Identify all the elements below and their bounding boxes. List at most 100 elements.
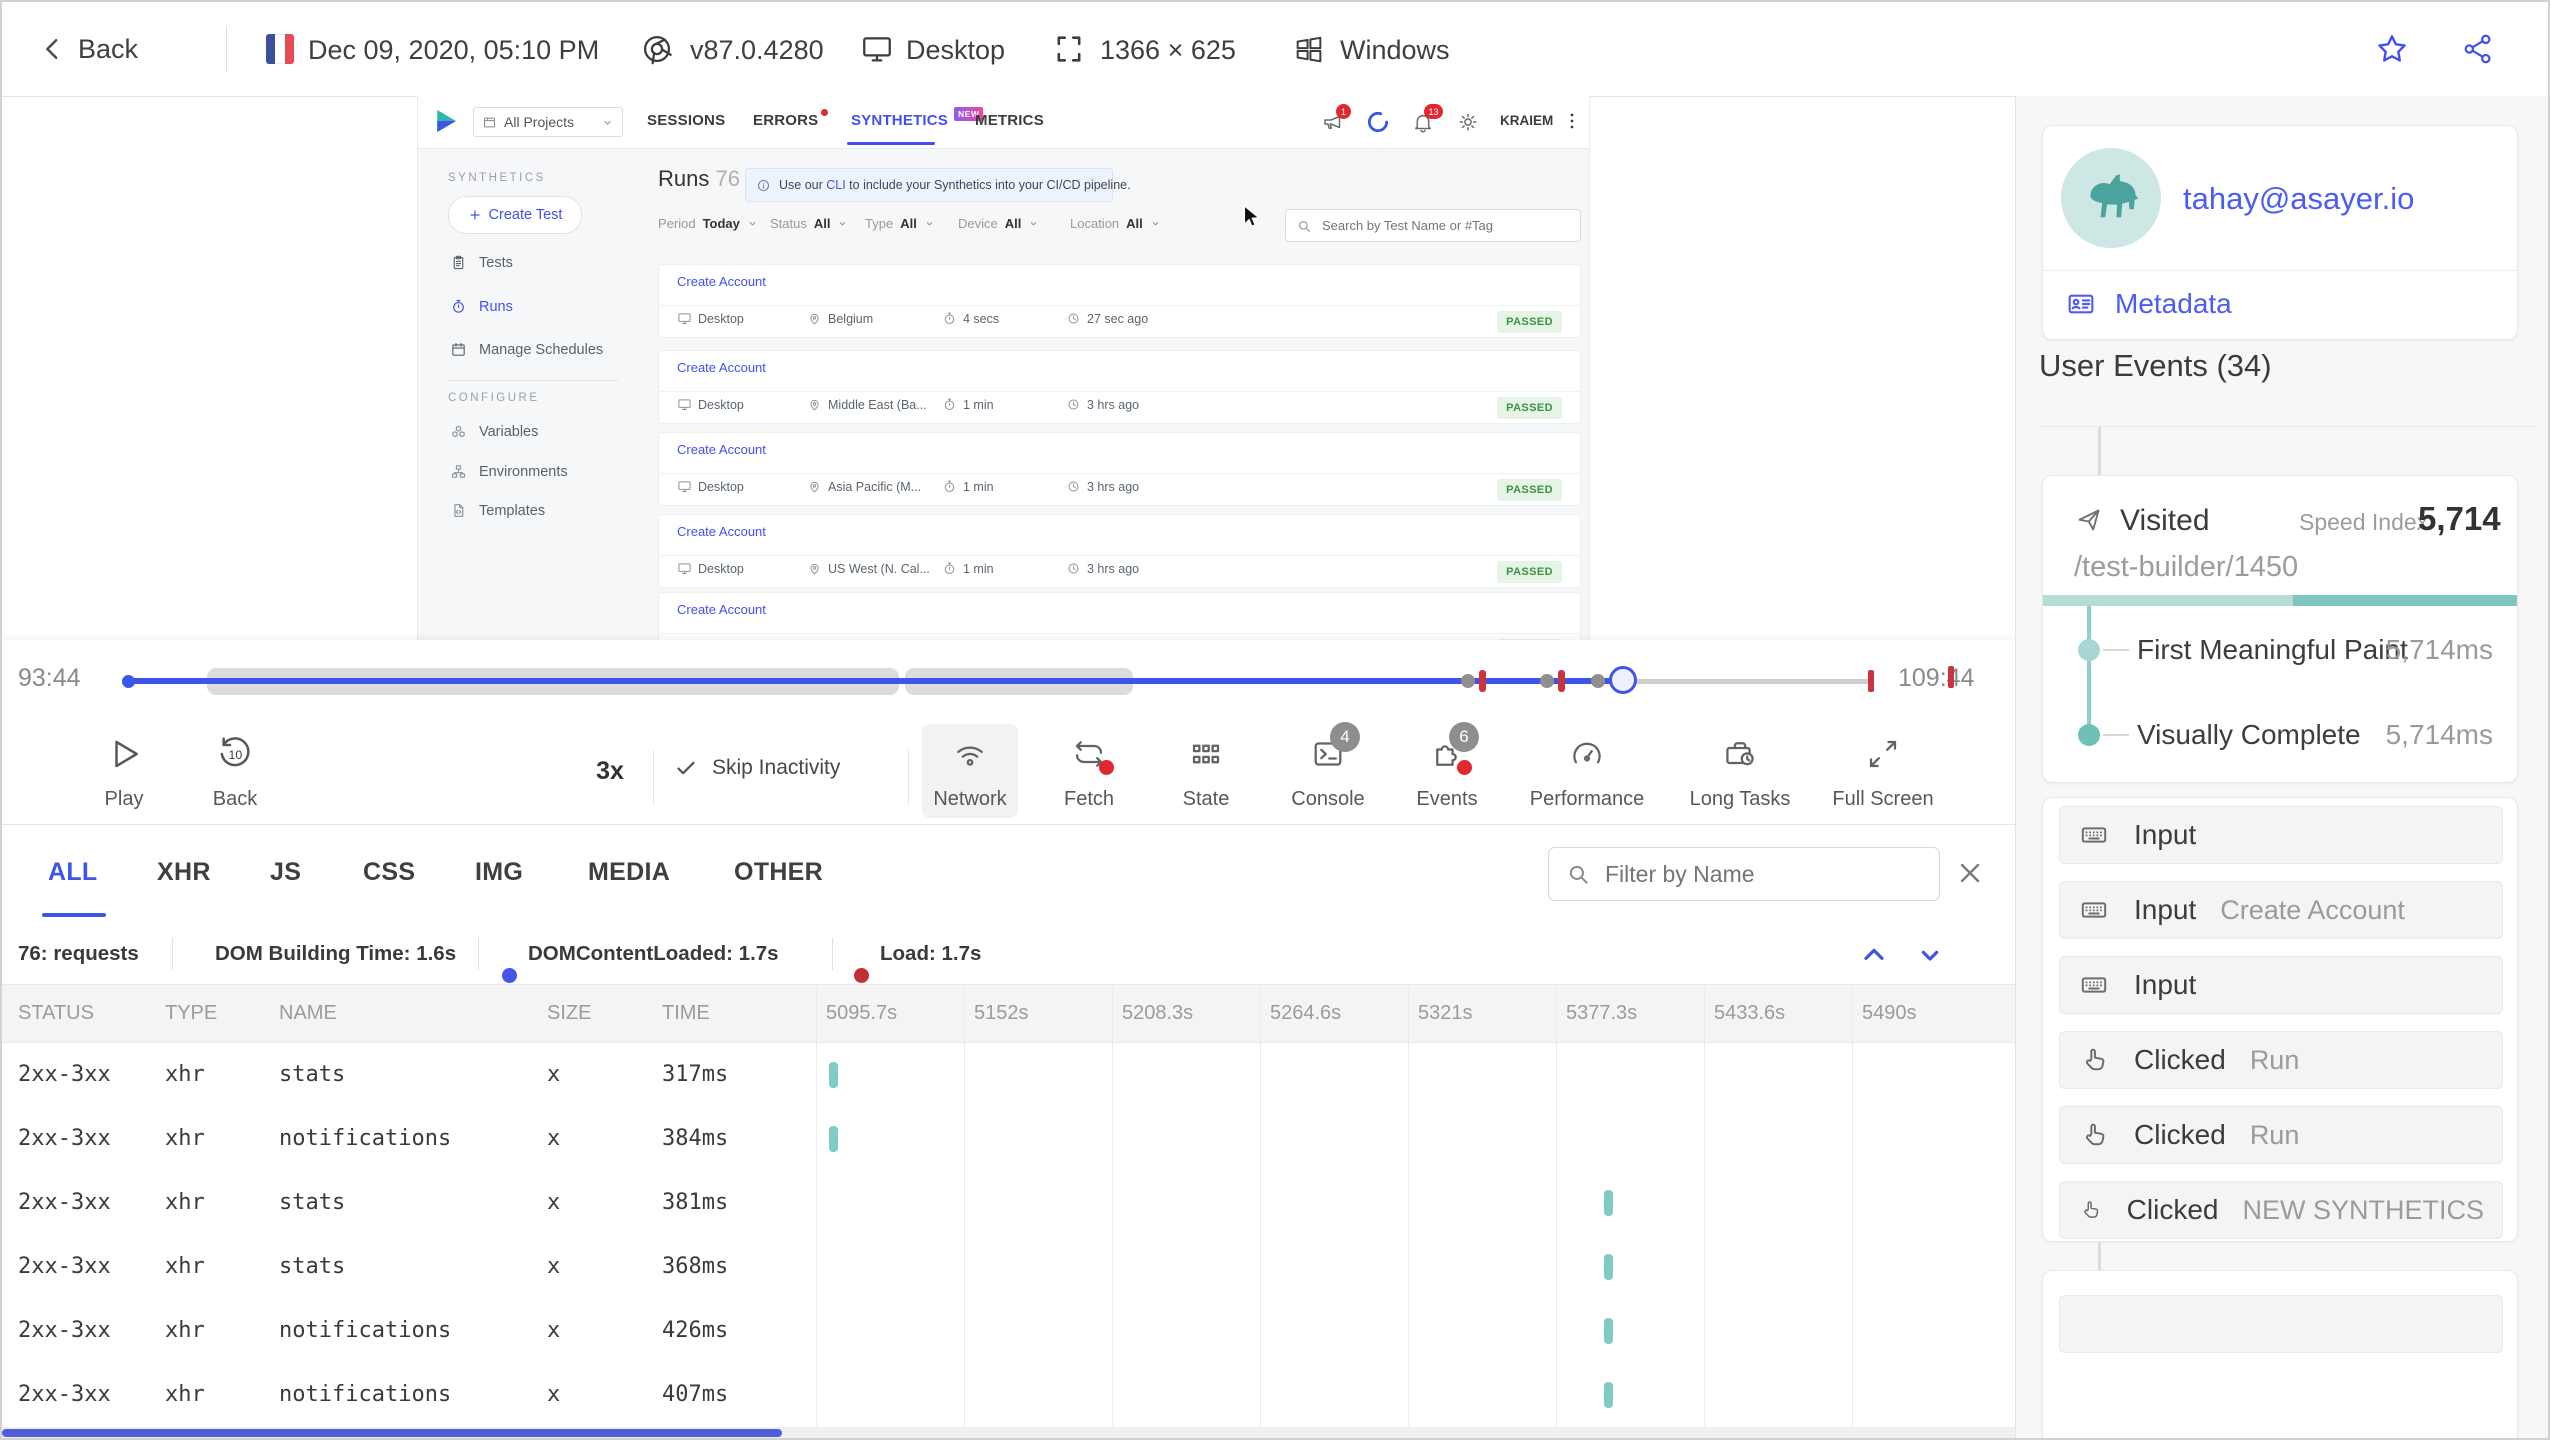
column-header-time[interactable]: TIME <box>662 985 710 1042</box>
run-test-name[interactable]: Create Account <box>677 274 766 289</box>
event-row-partial[interactable] <box>2059 1295 2503 1353</box>
sidebar-item-runs[interactable]: Runs <box>450 298 513 315</box>
event-label: Input <box>2134 969 2197 1000</box>
sidebar-item-tests[interactable]: Tests <box>450 254 513 271</box>
run-test-name[interactable]: Create Account <box>677 602 766 617</box>
network-tab-js[interactable]: JS <box>270 825 301 919</box>
filter-type[interactable]: Type All <box>865 216 935 231</box>
filter-period[interactable]: Period Today <box>658 216 758 231</box>
user-menu[interactable]: KRAIEM <box>1500 96 1553 145</box>
user-event-input[interactable]: Input <box>2059 806 2503 864</box>
visited-event-card[interactable]: Visited Speed Index 5,714 /test-builder/… <box>2042 475 2518 783</box>
event-detail: Run <box>2249 1044 2300 1075</box>
metadata-button[interactable]: Metadata <box>2065 288 2232 320</box>
speed-toggle[interactable]: 3x <box>580 746 640 796</box>
sidebar-item-templates[interactable]: Templates <box>450 502 545 519</box>
hscroll-track[interactable] <box>2 1427 2015 1438</box>
network-request-row[interactable]: 2xx-3xx xhr stats x 317ms <box>2 1043 2015 1107</box>
run-card[interactable]: Create Account Desktop US West (N. Cal... 1… <box>658 514 1581 588</box>
network-request-row[interactable]: 2xx-3xx xhr notifications x 426ms <box>2 1299 2015 1363</box>
network-filter-input[interactable] <box>1603 859 1923 889</box>
timeline-track[interactable] <box>2 640 2015 718</box>
column-header-status[interactable]: STATUS <box>18 985 94 1042</box>
share-button[interactable] <box>2460 31 2496 67</box>
stopwatch-icon <box>453 299 464 313</box>
briefcase_clock-icon <box>1726 742 1754 766</box>
back-button[interactable]: Back <box>38 26 138 72</box>
panel-button-performance[interactable]: Performance <box>1527 724 1647 818</box>
check-icon <box>677 761 695 775</box>
panel-button-full-screen[interactable]: Full Screen <box>1823 724 1943 818</box>
panel-button-network[interactable]: Network <box>922 724 1018 818</box>
create-test-pill[interactable]: Create Test <box>448 196 582 234</box>
column-header-type[interactable]: TYPE <box>165 985 217 1042</box>
timeline-progress <box>128 678 1623 684</box>
hscroll-thumb[interactable] <box>2 1429 782 1437</box>
filter-label: Type <box>865 216 894 231</box>
user-event-clicked-run[interactable]: Clicked Run <box>2059 1106 2503 1164</box>
play-button[interactable]: Play <box>88 724 160 818</box>
user-event-clicked-new-synthetics[interactable]: Clicked NEW SYNTHETICS <box>2059 1181 2503 1239</box>
nav-tab-metrics[interactable]: METRICS <box>975 96 1044 145</box>
sidebar-item-variables[interactable]: Variables <box>450 423 538 440</box>
skip-inactivity-toggle[interactable]: Skip Inactivity <box>674 756 840 780</box>
run-card[interactable]: Create Account Desktop Middle East (Ba... 1… <box>658 350 1581 424</box>
panel-button-events[interactable]: Events 6 <box>1387 722 1507 818</box>
column-header-name[interactable]: NAME <box>279 985 337 1042</box>
run-device: Desktop <box>677 397 744 412</box>
sidebar-item-environments[interactable]: Environments <box>450 463 568 480</box>
close-panel-button[interactable] <box>1954 857 1986 889</box>
network-filter-box[interactable] <box>1548 847 1940 901</box>
nav-tab-synthetics[interactable]: SYNTHETICS NEW <box>851 96 984 145</box>
nav-tab-sessions[interactable]: SESSIONS <box>647 96 725 145</box>
run-card[interactable]: Create Account DesktopCanada (Centra...1 … <box>658 592 1581 640</box>
panel-button-state[interactable]: State <box>1146 724 1266 818</box>
favorite-star-button[interactable] <box>2374 31 2410 67</box>
settings-button[interactable] <box>1456 110 1480 134</box>
run-duration: 4 secs <box>942 311 999 326</box>
cli-link[interactable]: CLI <box>826 178 845 192</box>
network-request-row[interactable]: 2xx-3xx xhr stats x 381ms <box>2 1171 2015 1235</box>
filter-location[interactable]: Location All <box>1070 216 1161 231</box>
network-tab-css[interactable]: CSS <box>363 825 415 919</box>
sort-down-button[interactable] <box>1914 939 1946 971</box>
user-email-link[interactable]: tahay@asayer.io <box>2183 181 2414 217</box>
more-menu-button[interactable] <box>1561 110 1583 132</box>
sort-up-button[interactable] <box>1858 939 1890 971</box>
runs-search-input[interactable] <box>1320 217 1570 234</box>
panel-button-console[interactable]: Console 4 <box>1268 722 1388 818</box>
clipboard-icon <box>453 255 464 270</box>
network-tab-all[interactable]: ALL <box>48 825 98 919</box>
network-request-row[interactable]: 2xx-3xx xhr notifications x 384ms <box>2 1107 2015 1171</box>
announcements-button[interactable]: 1 <box>1321 104 1351 134</box>
user-event-clicked-run[interactable]: Clicked Run <box>2059 1031 2503 1089</box>
run-test-name[interactable]: Create Account <box>677 524 766 539</box>
notifications-button[interactable]: 13 <box>1411 104 1443 134</box>
playhead[interactable] <box>1609 666 1637 694</box>
nav-tab-errors[interactable]: ERRORS <box>753 96 829 145</box>
run-test-name[interactable]: Create Account <box>677 360 766 375</box>
project-selector[interactable]: All Projects <box>473 107 623 137</box>
user-event-input-create-account[interactable]: Input Create Account <box>2059 881 2503 939</box>
back-10s-button[interactable]: 10 Back <box>199 724 271 818</box>
column-header-size[interactable]: SIZE <box>547 985 591 1042</box>
filter-device[interactable]: Device All <box>958 216 1039 231</box>
panel-button-long-tasks[interactable]: Long Tasks <box>1680 724 1800 818</box>
network-tab-other[interactable]: OTHER <box>734 825 823 919</box>
user-event-input[interactable]: Input <box>2059 956 2503 1014</box>
create-test-button[interactable]: Create Test <box>448 196 582 234</box>
filter-status[interactable]: Status All <box>770 216 848 231</box>
panel-button-fetch[interactable]: Fetch <box>1029 724 1149 818</box>
network-request-row[interactable]: 2xx-3xx xhr stats x 368ms <box>2 1235 2015 1299</box>
run-card[interactable]: Create Account Desktop Asia Pacific (M... 1… <box>658 432 1581 506</box>
network-tab-xhr[interactable]: XHR <box>157 825 211 919</box>
network-tab-media[interactable]: MEDIA <box>588 825 670 919</box>
runs-search-box[interactable] <box>1285 209 1581 242</box>
network-request-row[interactable]: 2xx-3xx xhr notifications x 407ms <box>2 1363 2015 1427</box>
run-test-name[interactable]: Create Account <box>677 442 766 457</box>
run-card[interactable]: Create Account Desktop Belgium 4 secs 27 sec… <box>658 264 1581 338</box>
sidebar-item-manage-schedules[interactable]: Manage Schedules <box>450 341 603 358</box>
mouse-cursor <box>1238 203 1264 229</box>
network-tab-img[interactable]: IMG <box>475 825 523 919</box>
cli-banner-text: Use our CLI to include your Synthetics i… <box>779 178 1131 192</box>
